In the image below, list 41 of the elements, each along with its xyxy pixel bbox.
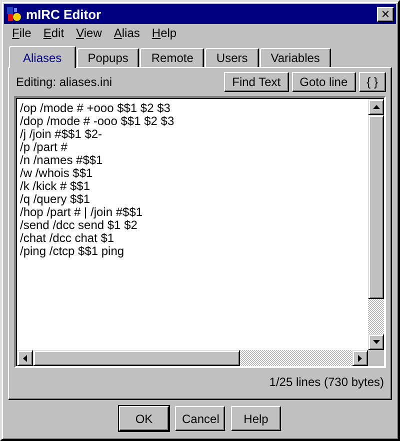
tab[interactable]: Remote — [140, 48, 204, 67]
right-arrow-icon — [358, 354, 362, 362]
toolbar-button[interactable]: Find Text — [224, 72, 289, 92]
dialog-button[interactable]: OK — [119, 406, 169, 431]
menu-item[interactable]: Alias — [108, 26, 146, 40]
code-line: /op /mode # +ooo $$1 $2 $3 — [20, 102, 172, 115]
horizontal-scrollbar[interactable] — [17, 350, 368, 366]
dialog-button[interactable]: Help — [231, 406, 281, 431]
code-line: /dop /mode # -ooo $$1 $2 $3 — [20, 115, 176, 128]
text-editor[interactable] — [14, 96, 386, 368]
up-arrow-icon — [372, 105, 380, 109]
code-line: /ping /ctcp $$1 ping — [20, 245, 126, 258]
menu-item[interactable]: Help — [146, 26, 183, 40]
menu-item[interactable]: View — [70, 26, 108, 40]
window-title: mIRC Editor — [26, 6, 102, 22]
status-text: 1/25 lines (730 bytes) — [268, 374, 385, 391]
code-line: /send /dcc send $1 $2 — [20, 219, 138, 232]
menu-item[interactable]: File — [6, 26, 38, 40]
close-button[interactable]: ✕ — [377, 6, 394, 22]
vertical-scrollbar[interactable] — [368, 99, 384, 350]
tab[interactable]: Aliases — [9, 46, 76, 68]
code-line: /p /part # — [20, 141, 68, 154]
dialog-button[interactable]: Cancel — [175, 406, 225, 431]
tab[interactable]: Popups — [76, 48, 140, 67]
code-line: /chat /dcc chat $1 — [20, 232, 116, 245]
code-line: /n /names #$$1 — [20, 154, 104, 167]
code-line: /hop /part # | /join #$$1 — [20, 206, 144, 219]
code-line: /w /whois $$1 — [20, 167, 94, 180]
left-arrow-icon — [23, 354, 27, 362]
code-line: /j /join #$$1 $2- — [20, 128, 104, 141]
toolbar-button[interactable]: Goto line — [292, 72, 356, 92]
app-icon — [6, 6, 22, 22]
menu-item[interactable]: Edit — [37, 26, 70, 40]
down-arrow-icon — [372, 340, 380, 344]
code-line: /k /kick # $$1 — [20, 180, 92, 193]
code-line: /q /query $$1 — [20, 193, 92, 206]
tab[interactable]: Variables — [260, 48, 331, 67]
toolbar-button[interactable]: { } — [358, 72, 386, 92]
tab[interactable]: Users — [205, 48, 259, 67]
scrollbar-corner — [368, 350, 384, 366]
editing-label: Editing: aliases.ini — [15, 75, 112, 89]
